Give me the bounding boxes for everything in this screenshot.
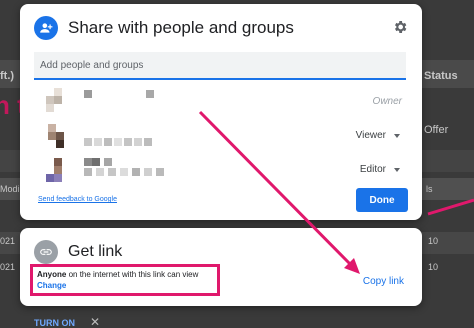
bg-cell: Modi — [0, 184, 20, 194]
avatar — [48, 124, 56, 132]
redacted-name — [84, 138, 92, 146]
redacted-name — [94, 138, 102, 146]
redacted-name — [108, 168, 116, 176]
caret-down-icon — [394, 167, 400, 172]
link-access-summary: Anyone on the internet with this link ca… — [30, 264, 220, 296]
redacted-name — [120, 168, 128, 176]
avatar — [56, 140, 64, 148]
send-feedback-link[interactable]: Send feedback to Google — [38, 196, 117, 203]
avatar — [46, 104, 54, 112]
caret-down-icon — [394, 133, 400, 138]
done-button[interactable]: Done — [356, 188, 408, 212]
share-dialog: Share with people and groups Owner Viewe… — [20, 4, 422, 220]
turn-on-button[interactable]: TURN ON — [34, 318, 75, 328]
get-link-card: Get link Anyone on the internet with thi… — [20, 228, 422, 306]
bg-column-header: Status — [424, 70, 458, 82]
owner-label: Owner — [372, 96, 402, 107]
avatar — [54, 166, 62, 174]
redacted-name — [144, 138, 152, 146]
avatar — [56, 132, 64, 140]
redacted-name — [84, 158, 92, 166]
redacted-name — [104, 138, 112, 146]
change-access-link[interactable]: Change — [37, 281, 213, 290]
redacted-name — [156, 168, 164, 176]
bg-cell: 10 — [428, 262, 439, 272]
bg-column-header: ft.) — [0, 70, 15, 82]
link-icon — [34, 240, 58, 264]
copy-link-button[interactable]: Copy link — [363, 276, 404, 287]
redacted-name — [132, 168, 140, 176]
bg-cell: 10 — [428, 236, 439, 246]
avatar — [46, 174, 54, 182]
person-row-editor: Editor — [34, 156, 408, 184]
redacted-name — [84, 90, 92, 98]
person-add-icon — [34, 16, 58, 40]
redacted-name — [146, 90, 154, 98]
avatar — [54, 174, 62, 182]
bg-cell: ls — [426, 184, 433, 194]
avatar — [54, 96, 62, 104]
bg-cell: Offer — [424, 124, 449, 136]
get-link-header: Get link — [34, 240, 122, 264]
avatar — [54, 158, 62, 166]
redacted-name — [84, 168, 92, 176]
person-row-viewer: Viewer — [34, 122, 408, 150]
avatar — [46, 96, 54, 104]
redacted-name — [124, 138, 132, 146]
redacted-name — [96, 168, 104, 176]
bg-cell: 021 — [0, 262, 16, 272]
redacted-name — [144, 168, 152, 176]
avatar — [54, 88, 62, 96]
dialog-title: Share with people and groups — [68, 18, 294, 37]
editor-role-dropdown[interactable]: Editor — [360, 164, 400, 175]
add-people-input[interactable] — [34, 52, 406, 80]
redacted-name — [104, 158, 112, 166]
access-scope: Anyone — [37, 270, 67, 279]
link-access-text: Anyone on the internet with this link ca… — [37, 270, 213, 279]
redacted-name — [134, 138, 142, 146]
redacted-name — [92, 158, 100, 166]
person-row-owner: Owner — [34, 88, 408, 116]
close-icon[interactable]: ✕ — [90, 315, 100, 328]
gear-icon[interactable] — [392, 19, 408, 35]
share-header: Share with people and groups — [34, 16, 294, 40]
avatar — [48, 132, 56, 140]
bg-cell: 021 — [0, 236, 16, 246]
get-link-title: Get link — [68, 243, 123, 260]
redacted-name — [114, 138, 122, 146]
viewer-role-dropdown[interactable]: Viewer — [356, 130, 400, 141]
access-description: on the internet with this link can view — [66, 270, 199, 279]
